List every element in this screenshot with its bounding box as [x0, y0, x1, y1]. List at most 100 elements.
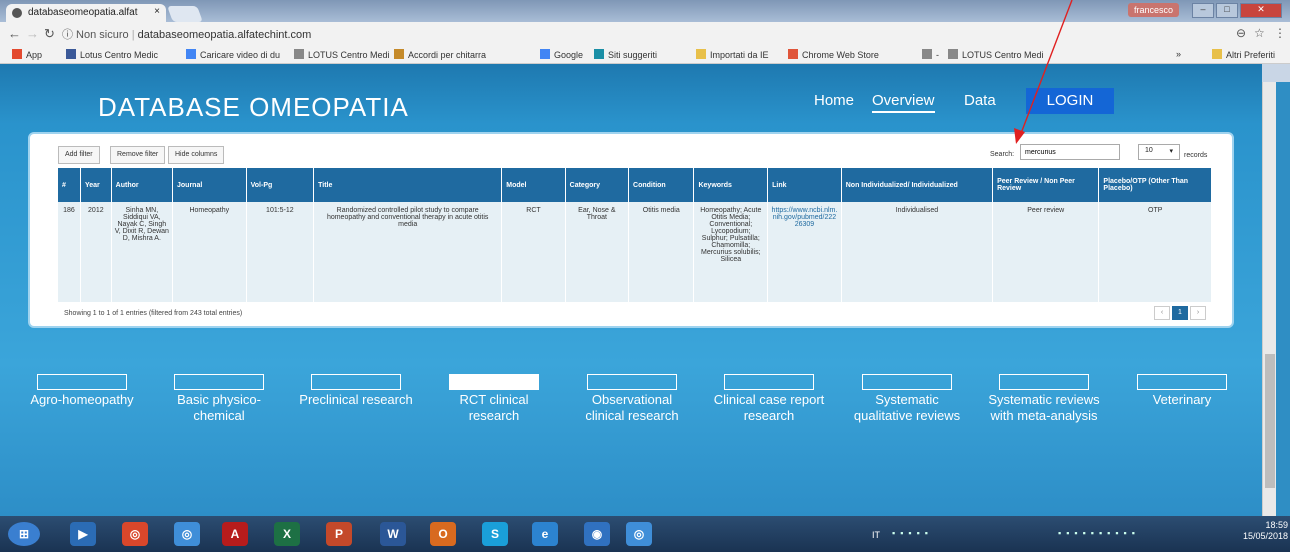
table-info: Showing 1 to 1 of 1 entries (filtered fr…	[64, 310, 243, 317]
pdf-reader-icon[interactable]: A	[222, 522, 248, 546]
add-filter-button[interactable]: Add filter	[58, 146, 100, 164]
category-link[interactable]: Clinical case report research	[711, 374, 827, 424]
chrome-canary-icon[interactable]: ◎	[174, 522, 200, 546]
column-header[interactable]: Title	[313, 168, 503, 202]
page-1-button[interactable]: 1	[1172, 306, 1188, 320]
page-icon	[294, 49, 304, 59]
bookmark-item[interactable]: LOTUS Centro Medi	[948, 49, 1044, 60]
tab-close-icon[interactable]: ×	[154, 6, 160, 17]
pubmed-link[interactable]: https://www.ncbi.nlm.nih.gov/pubmed/2222…	[767, 202, 842, 302]
bookmarks-more-button[interactable]: »	[1176, 49, 1181, 59]
scrollbar-thumb[interactable]	[1265, 354, 1275, 488]
search-input[interactable]	[1020, 144, 1120, 160]
bookmark-item[interactable]: Caricare video di du	[186, 49, 280, 60]
column-header[interactable]: Peer Review / Non Peer Review	[992, 168, 1100, 202]
other-bookmarks-folder[interactable]: Altri Preferiti	[1212, 49, 1275, 60]
browser-tab[interactable]: databaseomeopatia.alfat ×	[6, 4, 166, 22]
forward-icon[interactable]: →	[26, 26, 39, 41]
page-size-select[interactable]: 10 ▾	[1138, 144, 1180, 160]
column-header[interactable]: Placebo/OTP (Other Than Placebo)	[1098, 168, 1212, 202]
next-page-button[interactable]: ›	[1190, 306, 1206, 320]
category-label: RCT clinical research	[459, 392, 529, 423]
category-link[interactable]: Systematic reviews with meta-analysis	[986, 374, 1102, 424]
start-button[interactable]: ⊞	[8, 522, 40, 546]
outlook-icon[interactable]: O	[430, 522, 456, 546]
powerpoint-icon[interactable]: P	[326, 522, 352, 546]
maximize-button[interactable]: □	[1216, 3, 1238, 18]
page-scrollbar[interactable]	[1262, 82, 1276, 516]
browser-window-icon[interactable]: ◉	[584, 522, 610, 546]
category-label: Systematic reviews with meta-analysis	[988, 392, 1100, 423]
bookmark-item[interactable]: App	[12, 49, 42, 60]
category-link[interactable]: RCT clinical research	[436, 374, 552, 424]
remove-filter-button[interactable]: Remove filter	[110, 146, 166, 164]
table-row[interactable]: 186 2012 Sinha MN, Siddiqui VA, Nayak C, S…	[58, 202, 1212, 302]
menu-icon[interactable]: ⋮	[1274, 26, 1286, 40]
category-link[interactable]: Agro-homeopathy	[24, 374, 140, 408]
results-panel: Add filter Remove filter Hide columns Se…	[28, 132, 1234, 328]
column-header[interactable]: Year	[80, 168, 112, 202]
table-cell: Homeopathy; Acute Otitis Media; Conventi…	[693, 202, 769, 302]
word-icon[interactable]: W	[380, 522, 406, 546]
table-cell: Ear, Nose & Throat	[565, 202, 630, 302]
bookmark-star-icon[interactable]: ☆	[1254, 26, 1265, 40]
skype-icon[interactable]: S	[482, 522, 508, 546]
category-link[interactable]: Basic physico-chemical	[161, 374, 277, 424]
google-icon	[186, 49, 196, 59]
bookmark-item[interactable]: Importati da IE	[696, 49, 769, 60]
close-window-button[interactable]: ✕	[1240, 3, 1282, 18]
bookmark-item[interactable]: Siti suggeriti	[594, 49, 657, 60]
chrome-window-icon[interactable]: ◎	[626, 522, 652, 546]
security-indicator[interactable]: ⓘ Non sicuro	[62, 29, 129, 41]
column-header[interactable]: #	[58, 168, 81, 202]
site-logo[interactable]: DATABASE OMEOPATIA	[98, 92, 409, 123]
column-header[interactable]: Category	[565, 168, 630, 202]
column-header[interactable]: Journal	[172, 168, 247, 202]
column-header[interactable]: Keywords	[693, 168, 769, 202]
column-header[interactable]: Link	[767, 168, 842, 202]
category-link[interactable]: Veterinary	[1124, 374, 1240, 408]
profile-button[interactable]: francesco	[1128, 3, 1180, 17]
category-label: Observational clinical research	[585, 392, 679, 423]
category-link[interactable]: Systematic qualitative reviews	[849, 374, 965, 424]
bookmark-item[interactable]: Lotus Centro Medic	[66, 49, 158, 60]
bookmark-item[interactable]: Google	[540, 49, 583, 60]
bookmark-item[interactable]: Accordi per chitarra	[394, 49, 486, 60]
nav-overview[interactable]: Overview	[872, 92, 935, 113]
nav-data[interactable]: Data	[964, 92, 996, 109]
column-header[interactable]: Author	[111, 168, 174, 202]
back-icon[interactable]: ←	[8, 26, 21, 41]
system-clock[interactable]: 18:59 15/05/2018	[1238, 520, 1288, 542]
bookmark-item[interactable]: LOTUS Centro Medi	[294, 49, 390, 60]
category-link[interactable]: Preclinical research	[298, 374, 414, 408]
media-player-icon[interactable]: ▶	[70, 522, 96, 546]
pagination: ‹ 1 ›	[1152, 306, 1206, 320]
address-bar[interactable]: ⓘ Non sicuro | databaseomeopatia.alfatec…	[62, 26, 311, 42]
hide-columns-button[interactable]: Hide columns	[168, 146, 225, 164]
column-header[interactable]: Vol-Pg	[246, 168, 315, 202]
chrome-icon[interactable]: ◎	[122, 522, 148, 546]
bookmark-item[interactable]: Chrome Web Store	[788, 49, 879, 60]
column-header[interactable]: Non Individualized/ Individualized	[841, 168, 994, 202]
table-cell: Sinha MN, Siddiqui VA, Nayak C, Singh V,…	[111, 202, 174, 302]
minimize-button[interactable]: –	[1192, 3, 1214, 18]
column-header[interactable]: Model	[501, 168, 566, 202]
new-tab-button[interactable]	[167, 6, 203, 22]
language-indicator[interactable]: IT	[872, 530, 880, 540]
tray-icons-right[interactable]: ▪▪▪▪▪▪▪▪▪▪	[1058, 528, 1228, 540]
tray-icons-left[interactable]: ▪▪▪▪▪	[892, 528, 1042, 540]
excel-icon[interactable]: X	[274, 522, 300, 546]
bookmark-label: Importati da IE	[710, 50, 769, 60]
login-button[interactable]: LOGIN	[1026, 88, 1114, 114]
nav-home[interactable]: Home	[814, 92, 854, 109]
category-link[interactable]: Observational clinical research	[574, 374, 690, 424]
internet-explorer-icon[interactable]: e	[532, 522, 558, 546]
prev-page-button[interactable]: ‹	[1154, 306, 1170, 320]
zoom-icon[interactable]: ⊖	[1236, 26, 1246, 40]
category-box	[37, 374, 127, 390]
bookmark-item[interactable]: -	[922, 49, 939, 60]
reload-icon[interactable]: ↻	[44, 26, 55, 42]
column-header[interactable]: Condition	[628, 168, 695, 202]
bookmark-label: LOTUS Centro Medi	[308, 50, 390, 60]
table-cell: Individualised	[841, 202, 994, 302]
